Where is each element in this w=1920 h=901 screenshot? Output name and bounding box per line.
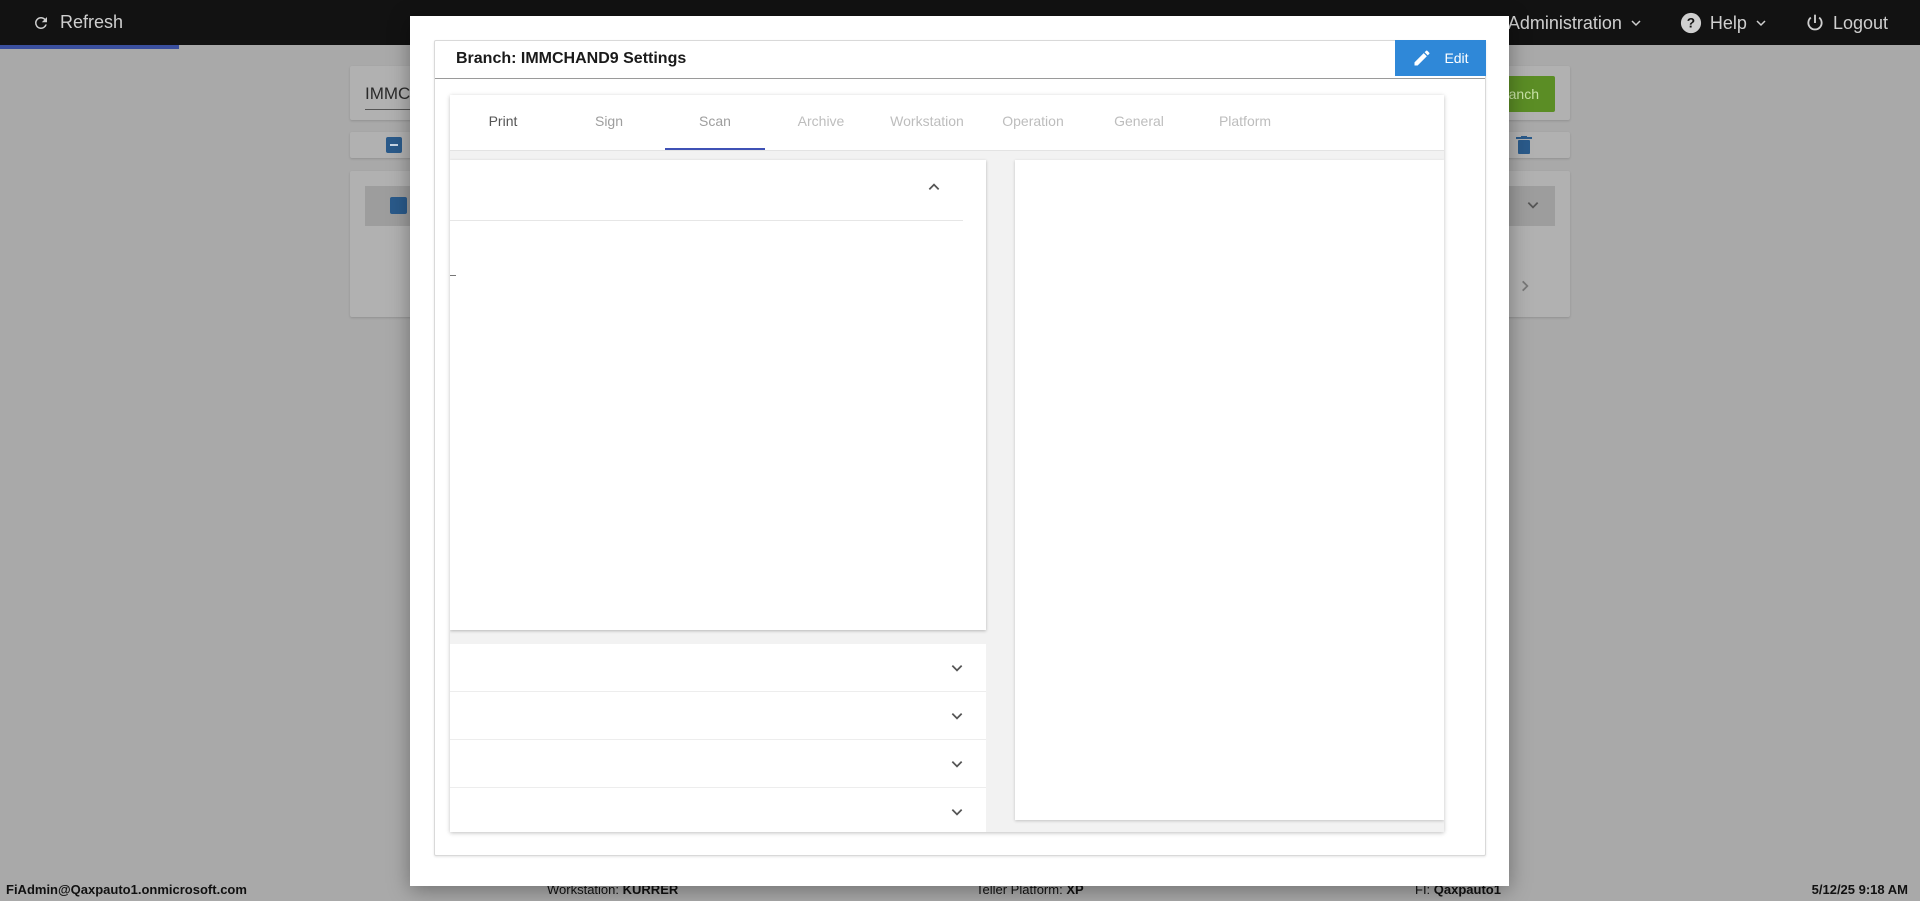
settings-card: Branch: IMMCHAND9 Settings Edit Print Si… xyxy=(434,40,1486,856)
settings-tab-container: Print Sign Scan Archive Workstation Oper… xyxy=(450,95,1444,832)
tab-operation[interactable]: Operation xyxy=(983,95,1083,148)
loading-progress-bar xyxy=(0,45,179,49)
tab-scan[interactable]: Scan xyxy=(665,95,765,150)
settings-tabs: Print Sign Scan Archive Workstation Oper… xyxy=(450,95,1444,151)
chevron-right-icon[interactable] xyxy=(1518,279,1532,293)
refresh-label: Refresh xyxy=(60,12,124,32)
accordion-item[interactable] xyxy=(450,644,986,692)
tab-platform[interactable]: Platform xyxy=(1195,95,1295,148)
accordion-item[interactable] xyxy=(450,788,986,832)
dialog-title: Branch: IMMCHAND9 Settings xyxy=(456,50,687,67)
branch-settings-dialog: Branch: IMMCHAND9 Settings Edit Print Si… xyxy=(410,16,1509,886)
tab-general[interactable]: General xyxy=(1089,95,1189,148)
trash-icon[interactable] xyxy=(1516,136,1532,154)
chevron-down-icon xyxy=(1631,20,1641,27)
svg-text:?: ? xyxy=(1687,16,1695,31)
tab-sign[interactable]: Sign xyxy=(559,95,659,148)
help-label: Help xyxy=(1709,12,1747,33)
expanded-settings-panel xyxy=(450,160,986,630)
help-menu[interactable]: ? Help xyxy=(1680,12,1767,34)
chevron-down-icon[interactable] xyxy=(950,661,964,675)
power-icon xyxy=(1807,14,1823,31)
chevron-down-icon[interactable] xyxy=(950,709,964,723)
accordion-item[interactable] xyxy=(450,692,986,740)
tab-workstation[interactable]: Workstation xyxy=(877,95,977,148)
tab-print[interactable]: Print xyxy=(453,95,553,148)
status-user: FiAdmin@Qaxpauto1.onmicrosoft.com xyxy=(6,882,247,897)
chevron-down-icon xyxy=(1756,20,1766,27)
settings-detail-panel xyxy=(1015,160,1444,820)
logout-label: Logout xyxy=(1832,12,1888,33)
field-underline xyxy=(450,275,456,276)
status-datetime: 5/12/25 9:18 AM xyxy=(1811,882,1908,897)
chevron-down-icon[interactable] xyxy=(950,757,964,771)
pencil-icon xyxy=(1414,50,1430,66)
dialog-header: Branch: IMMCHAND9 Settings Edit xyxy=(435,40,1486,79)
refresh-icon xyxy=(35,16,47,29)
deselect-all-checkbox[interactable] xyxy=(386,137,402,153)
chevron-down-icon[interactable] xyxy=(1526,198,1540,212)
accordion-item[interactable] xyxy=(450,740,986,788)
chevron-down-icon[interactable] xyxy=(950,805,964,819)
refresh-button[interactable]: Refresh xyxy=(32,12,123,33)
administration-label: Administration xyxy=(1507,12,1622,33)
logout-button[interactable]: Logout xyxy=(1805,13,1888,34)
row-checkbox[interactable] xyxy=(390,197,407,214)
help-icon: ? xyxy=(1680,12,1701,34)
administration-menu[interactable]: Administration xyxy=(1508,13,1642,34)
edit-button[interactable]: Edit xyxy=(1395,40,1486,76)
edit-label: Edit xyxy=(1444,50,1469,66)
panel-header[interactable] xyxy=(450,160,963,221)
tab-archive[interactable]: Archive xyxy=(771,95,871,148)
chevron-up-icon[interactable] xyxy=(927,180,941,194)
